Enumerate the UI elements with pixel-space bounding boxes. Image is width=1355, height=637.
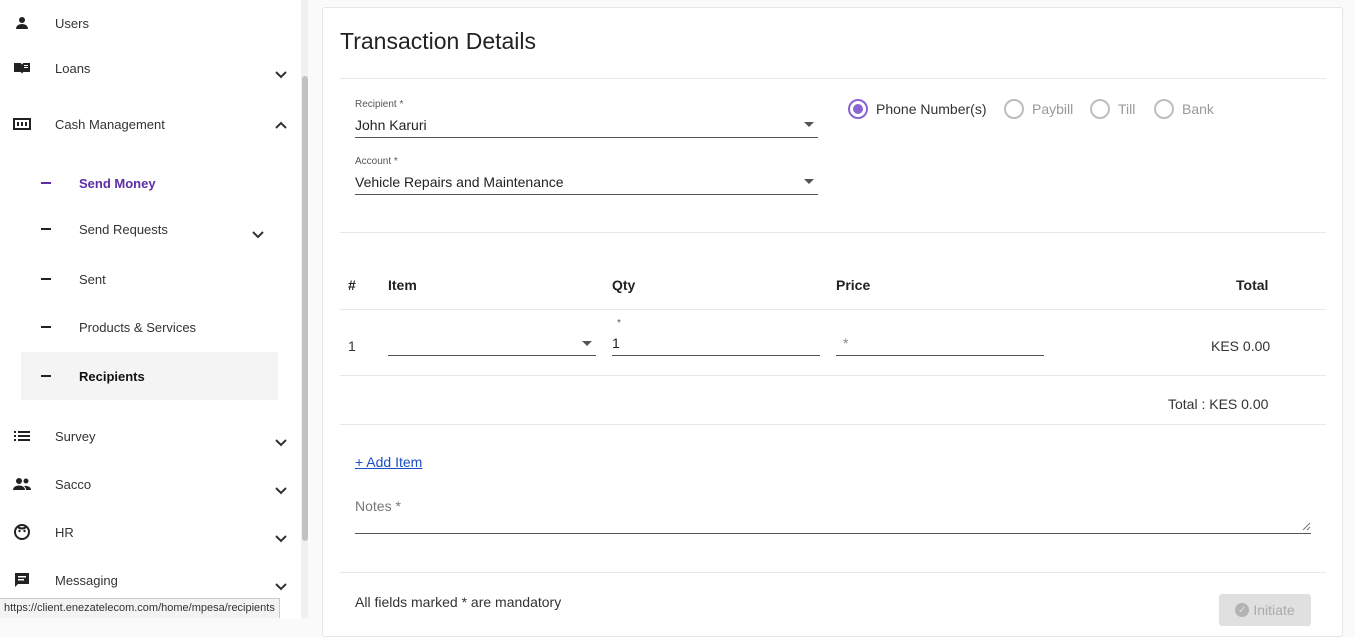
dropdown-arrow-icon: [804, 122, 814, 127]
sidebar-item-survey[interactable]: Survey: [0, 416, 300, 456]
account-value: Vehicle Repairs and Maintenance: [355, 174, 564, 190]
mandatory-note: All fields marked * are mandatory: [355, 594, 562, 610]
sidebar-subitem-recipients[interactable]: Recipients: [21, 352, 278, 400]
sidebar-item-loans[interactable]: Loans: [0, 48, 300, 88]
person-icon: [13, 14, 31, 32]
notes-label: Notes *: [355, 498, 401, 514]
account-label: Account *: [355, 156, 398, 167]
face-icon: [13, 523, 31, 541]
row-index: 1: [348, 338, 356, 354]
grand-total: Total : KES 0.00: [1168, 396, 1269, 412]
sidebar-subitem-label: Recipients: [79, 368, 145, 384]
radio-bank[interactable]: [1154, 99, 1174, 119]
sidebar-item-label: HR: [55, 524, 74, 540]
group-icon: [13, 475, 31, 493]
sidebar-subitem-send-money[interactable]: Send Money: [21, 160, 278, 206]
sidebar-item-cash-management[interactable]: Cash Management: [0, 104, 300, 144]
column-header-item: Item: [388, 277, 417, 293]
sidebar-subitem-label: Products & Services: [79, 319, 197, 335]
column-header-qty: Qty: [612, 277, 636, 293]
message-icon: [13, 571, 31, 589]
dash-icon: [41, 182, 51, 184]
divider: [340, 232, 1326, 233]
chevron-down-icon: [275, 439, 287, 447]
sidebar-item-label: Messaging: [55, 572, 118, 588]
radio-paybill[interactable]: [1004, 99, 1024, 119]
check-circle-icon: ✓: [1235, 603, 1250, 617]
dash-icon: [41, 326, 51, 328]
price-underline: [836, 355, 1044, 356]
cash-icon: [13, 115, 31, 133]
recipient-value: John Karuri: [355, 117, 427, 133]
column-header-total: Total: [1236, 277, 1269, 293]
sidebar-item-label: Sacco: [55, 476, 92, 492]
sidebar-subitem-label: Sent: [79, 271, 106, 287]
initiate-label: Initiate: [1253, 602, 1295, 618]
dash-icon: [41, 228, 51, 230]
sidebar-scrollbar-thumb[interactable]: [302, 76, 308, 541]
item-underline: [388, 355, 596, 356]
chevron-down-icon: [275, 71, 287, 79]
status-bar-url: https://client.enezatelecom.com/home/mpe…: [0, 598, 280, 618]
sidebar-subitem-products-services[interactable]: Products & Services: [21, 304, 278, 350]
dropdown-arrow-icon: [582, 341, 592, 346]
divider: [340, 572, 1326, 573]
sidebar-item-messaging[interactable]: Messaging: [0, 560, 300, 600]
radio-label-phone-numbers: Phone Number(s): [876, 101, 987, 117]
add-item-link[interactable]: + Add Item: [355, 454, 422, 470]
sidebar-subitem-sent[interactable]: Sent: [21, 256, 278, 302]
sidebar-item-label: Survey: [55, 428, 96, 444]
resize-handle-icon[interactable]: [1302, 522, 1311, 531]
sidebar-item-users[interactable]: Users: [0, 3, 300, 43]
radio-till[interactable]: [1090, 99, 1110, 119]
radio-label-paybill: Paybill: [1032, 101, 1074, 117]
divider: [340, 78, 1326, 79]
chevron-down-icon: [252, 231, 264, 239]
sidebar-subitem-send-requests[interactable]: Send Requests: [21, 206, 278, 252]
dropdown-arrow-icon: [804, 179, 814, 184]
price-placeholder: *: [843, 335, 849, 351]
account-underline: [355, 194, 818, 195]
page-title: Transaction Details: [340, 28, 537, 54]
chevron-up-icon: [275, 121, 287, 129]
sidebar-item-label: Users: [55, 15, 89, 31]
sidebar-item-label: Cash Management: [55, 116, 165, 132]
recipient-label: Recipient *: [355, 99, 404, 110]
sidebar-subitem-label: Send Requests: [79, 221, 168, 237]
sidebar-item-label: Loans: [55, 60, 91, 76]
sidebar-item-hr[interactable]: HR: [0, 512, 300, 552]
qty-underline: [612, 355, 820, 356]
initiate-button[interactable]: ✓ Initiate: [1219, 594, 1311, 626]
dash-icon: [41, 375, 51, 377]
chevron-down-icon: [275, 583, 287, 591]
notes-underline: [355, 533, 1311, 534]
qty-required-mark: *: [617, 318, 621, 329]
list-icon: [13, 427, 31, 445]
qty-value: 1: [612, 335, 620, 351]
radio-label-till: Till: [1118, 101, 1136, 117]
divider: [340, 424, 1326, 425]
recipient-underline: [355, 137, 818, 138]
dash-icon: [41, 278, 51, 280]
chevron-down-icon: [275, 487, 287, 495]
divider: [340, 309, 1326, 310]
sidebar: Users Loans Cash Management Send Money S…: [0, 0, 303, 618]
radio-label-bank: Bank: [1182, 101, 1214, 117]
chevron-down-icon: [275, 535, 287, 543]
divider: [340, 375, 1326, 376]
radio-phone-numbers[interactable]: [848, 99, 868, 119]
column-header-index: #: [348, 277, 356, 293]
sidebar-subitem-label: Send Money: [79, 175, 156, 191]
column-header-price: Price: [836, 277, 871, 293]
sidebar-item-sacco[interactable]: Sacco: [0, 464, 300, 504]
book-icon: [13, 59, 31, 77]
row-total: KES 0.00: [1211, 338, 1271, 354]
